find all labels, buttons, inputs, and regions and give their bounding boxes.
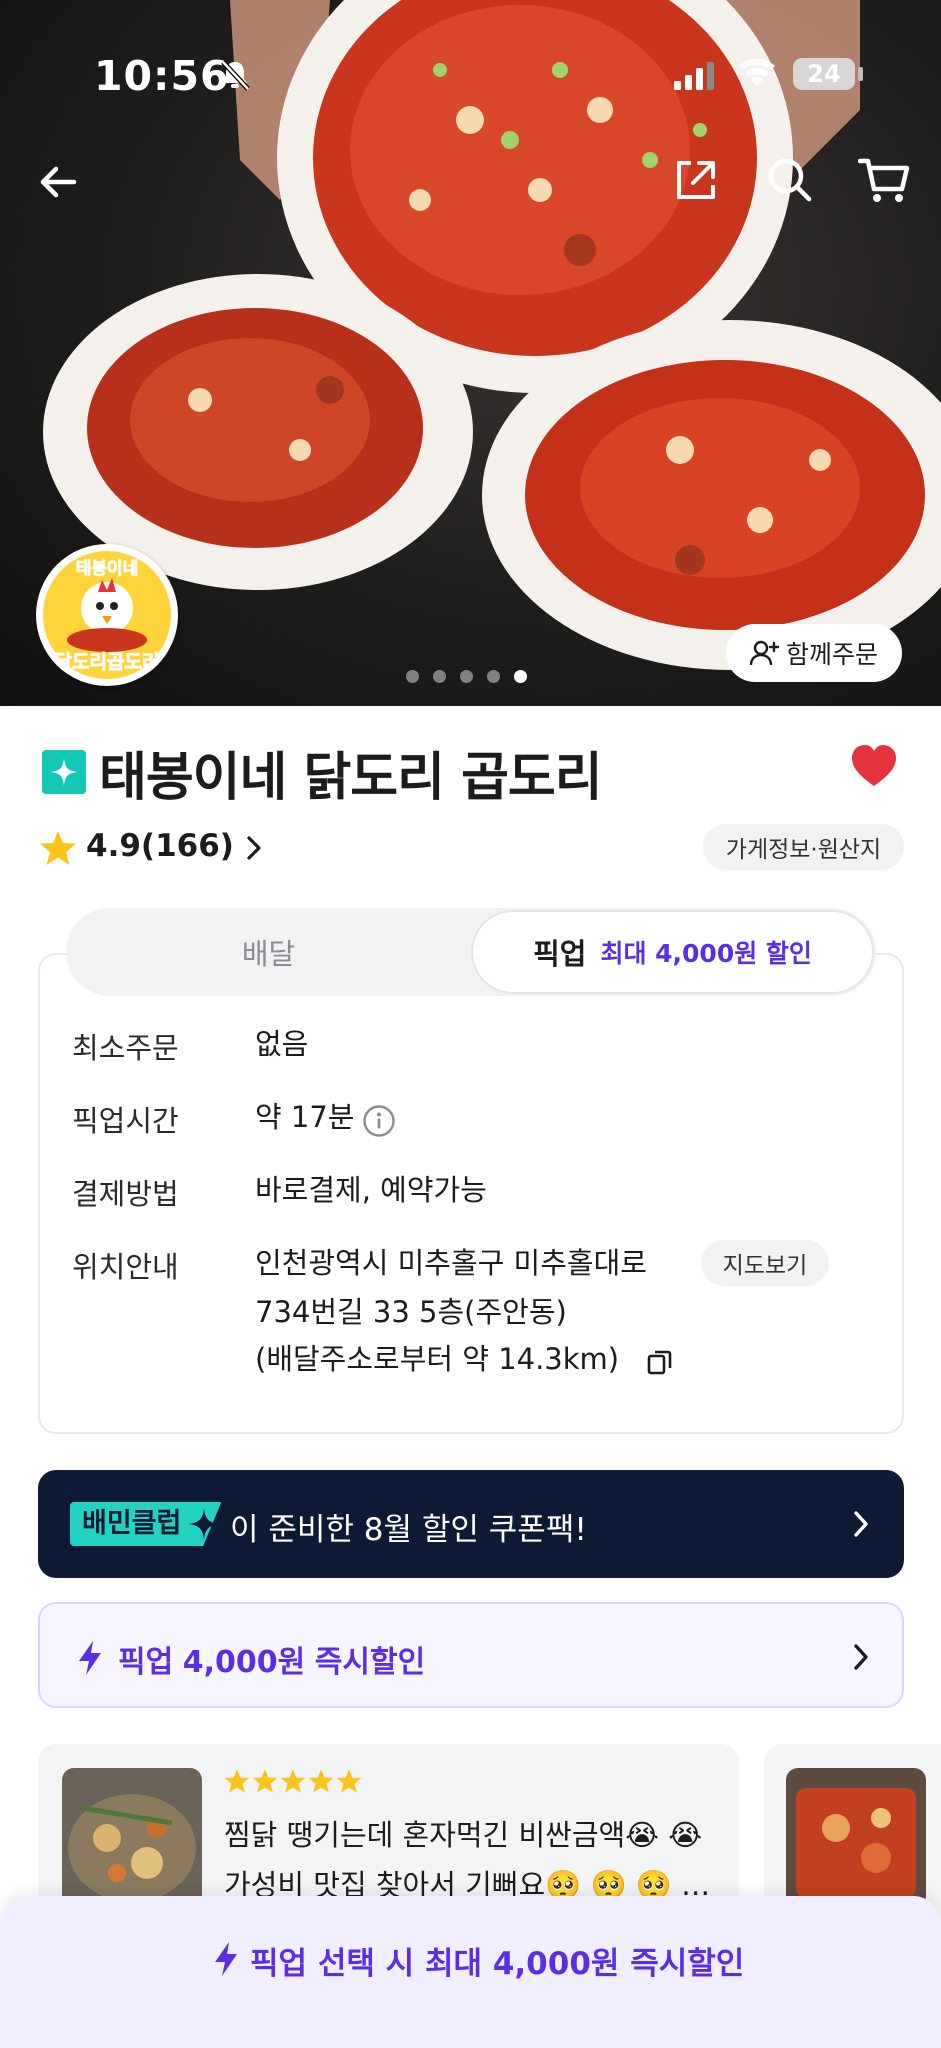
share-button[interactable] (664, 148, 728, 212)
star-icon (224, 1769, 250, 1793)
chevron-right-icon (854, 1644, 868, 1670)
star-icon (40, 831, 76, 865)
distance-text: (배달주소로부터 약 14.3km) (255, 1342, 620, 1376)
pickup-promo-suffix: 즉시할인 (630, 1946, 745, 1982)
store-logo: 태봉이네 닭도리곱도리 (36, 544, 178, 686)
pickup-promo-text: 픽업 선택 시 최대 4,000원 즉시할인 (250, 1938, 744, 1983)
pickup-banner-prefix: 픽업 (118, 1645, 174, 1680)
lightning-icon (215, 1942, 237, 1976)
battery-icon: 24 (793, 58, 855, 90)
min-order-value: 없음 (255, 1027, 309, 1061)
logo-bottom-text: 닭도리곱도리 (55, 651, 160, 673)
battery-cap (858, 67, 863, 81)
review-rating (224, 1768, 362, 1794)
star-icon (252, 1769, 278, 1793)
address-line-1: 인천광역시 미추홀구 미추홀대로 (255, 1246, 647, 1280)
search-icon (768, 158, 812, 202)
pickup-time-value: 약 17분 (255, 1100, 355, 1134)
pickup-promo-bar[interactable]: 픽업 선택 시 최대 4,000원 즉시할인 (0, 1896, 941, 2048)
wifi-icon (739, 58, 775, 86)
chevron-right-icon[interactable] (244, 834, 264, 862)
star-icon (308, 1769, 334, 1793)
review-photo (786, 1768, 926, 1908)
copy-icon[interactable] (646, 1348, 674, 1376)
baemin-club-banner[interactable]: 배민클럽 이 준비한 8월 할인 쿠폰팩! (38, 1470, 904, 1578)
pickup-time-label: 픽업시간 (72, 1104, 179, 1138)
carousel-dot-active (514, 670, 527, 683)
pickup-promo-amount: 4,000원 (492, 1946, 620, 1982)
sparkle-icon (188, 1508, 220, 1540)
payment-value: 바로결제, 예약가능 (255, 1173, 487, 1207)
carousel-dot (433, 670, 446, 683)
search-button[interactable] (758, 148, 822, 212)
bell-muted-icon (221, 60, 250, 91)
min-order-label: 최소주문 (72, 1031, 179, 1065)
pickup-promo-prefix: 픽업 선택 시 최대 (250, 1946, 483, 1982)
lightning-icon (79, 1641, 101, 1675)
cart-button[interactable] (852, 148, 916, 212)
review-line-1: 찜닭 땡기는데 혼자먹긴 비싼금액😭 😭 (224, 1818, 703, 1852)
store-name: 태봉이네 닭도리 곱도리 (99, 748, 603, 808)
tab-pickup-discount: 최대 4,000원 할인 (600, 939, 812, 968)
logo-top-text: 태봉이네 (76, 559, 139, 579)
carousel-indicator (406, 670, 527, 683)
tab-pickup-label: 픽업 (533, 937, 587, 971)
order-type-tabs: 배달 픽업 최대 4,000원 할인 (66, 908, 876, 996)
carousel-dot (487, 670, 500, 683)
pickup-banner-suffix: 즉시할인 (314, 1645, 426, 1680)
add-person-icon (749, 640, 780, 666)
star-icon (336, 1769, 362, 1793)
pickup-banner-amount: 4,000원 (182, 1645, 306, 1680)
location-label: 위치안내 (72, 1250, 179, 1284)
hero-image-carousel[interactable]: 10:56 24 태봉이네 닭도리곱도리 함께주문 (0, 0, 941, 706)
arrow-left-icon (40, 166, 77, 198)
sparkle-badge-icon (42, 750, 86, 794)
share-icon (677, 161, 715, 199)
carousel-dot (460, 670, 473, 683)
chevron-right-icon (854, 1511, 868, 1537)
payment-label: 결제방법 (72, 1177, 179, 1211)
info-icon[interactable] (362, 1104, 396, 1138)
map-view-button[interactable]: 지도보기 (701, 1240, 829, 1286)
review-text: 찜닭 땡기는데 혼자먹긴 비싼금액😭 😭 가성비 맛집 찾아서 기뻐요🥺 🥺 🥺… (224, 1810, 714, 1910)
pickup-banner-text: 픽업 4,000원 즉시할인 (118, 1637, 425, 1681)
together-order-button[interactable]: 함께주문 (726, 624, 902, 682)
store-info-button[interactable]: 가게정보·원산지 (703, 824, 904, 870)
pickup-discount-banner[interactable]: 픽업 4,000원 즉시할인 (38, 1602, 904, 1708)
club-banner-text: 이 준비한 8월 할인 쿠폰팩! (230, 1512, 587, 1548)
tab-pickup[interactable]: 픽업 최대 4,000원 할인 (471, 910, 874, 994)
review-photo (62, 1768, 202, 1908)
back-button[interactable] (26, 150, 90, 214)
address-line-2: 734번길 33 5층(주안동) (255, 1295, 567, 1329)
cart-icon (858, 158, 910, 202)
heart-icon[interactable] (850, 744, 898, 788)
status-bar: 10:56 24 (0, 0, 941, 150)
star-icon (280, 1769, 306, 1793)
signal-icon (674, 62, 714, 90)
carousel-dot (406, 670, 419, 683)
store-rating[interactable]: 4.9(166) (86, 828, 234, 864)
together-order-label: 함께주문 (785, 640, 878, 669)
status-time: 10:56 (94, 52, 230, 100)
tab-delivery[interactable]: 배달 (66, 908, 471, 996)
